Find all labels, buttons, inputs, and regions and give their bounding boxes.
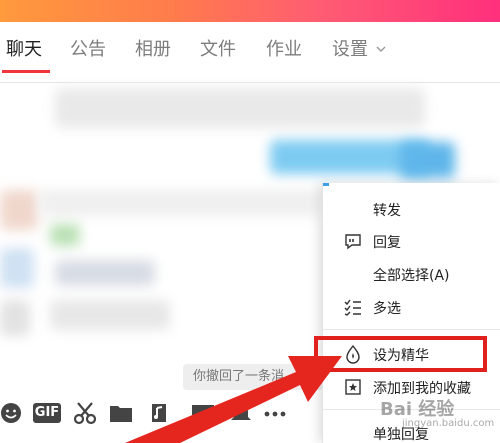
blurred-message [50,300,170,330]
menu-item-select-all[interactable]: 全部选择(A) [323,258,500,290]
title-gradient-bar [0,0,500,22]
highlight-box [314,336,487,372]
active-tab-underline [2,70,50,73]
blurred-message [40,190,320,216]
app-window: 聊天 公告 相册 文件 作业 设置 你撤回了一条消 GIF 转发 回复 全部选择… [0,0,500,443]
chevron-down-icon[interactable] [376,44,386,54]
recall-toast: 你撤回了一条消 [183,364,323,390]
music-icon[interactable] [146,400,172,426]
tab-files[interactable]: 文件 [200,38,236,62]
bell-icon[interactable] [228,400,254,426]
tab-homework[interactable]: 作业 [266,38,302,62]
menu-separator [323,329,500,330]
menu-item-reply[interactable]: 回复 [323,225,500,257]
favorite-star-icon [345,379,361,395]
multi-select-icon [344,299,361,316]
more-icon[interactable] [262,400,288,426]
menu-top-accent [323,183,329,186]
gif-icon[interactable]: GIF [33,403,61,423]
scissors-icon[interactable] [72,400,98,426]
reply-quote-icon [345,234,361,250]
blurred-avatar [0,248,34,288]
menu-item-label: 回复 [373,235,401,251]
menu-item-multi-select[interactable]: 多选 [323,291,500,323]
image-icon[interactable] [190,400,216,426]
blurred-avatar [0,300,30,336]
menu-item-label: 多选 [373,301,401,317]
tab-bar: 聊天 公告 相册 文件 作业 设置 [0,22,500,83]
blurred-message [55,260,155,286]
menu-item-label: 转发 [373,203,401,219]
menu-item-forward[interactable]: 转发 [323,193,500,225]
blurred-avatar [400,142,455,178]
tab-chat[interactable]: 聊天 [6,38,42,62]
tab-album[interactable]: 相册 [135,38,171,62]
blurred-avatar [0,190,38,230]
tab-settings[interactable]: 设置 [332,38,368,62]
watermark-url: jingyan.baidu.com [402,418,495,429]
emoji-icon[interactable] [0,400,26,426]
folder-icon[interactable] [108,400,134,426]
menu-item-label: 全部选择(A) [373,268,450,284]
input-toolbar: GIF [0,398,300,428]
tab-announcement[interactable]: 公告 [70,38,106,62]
blurred-message [50,224,80,246]
blurred-message [55,88,425,128]
